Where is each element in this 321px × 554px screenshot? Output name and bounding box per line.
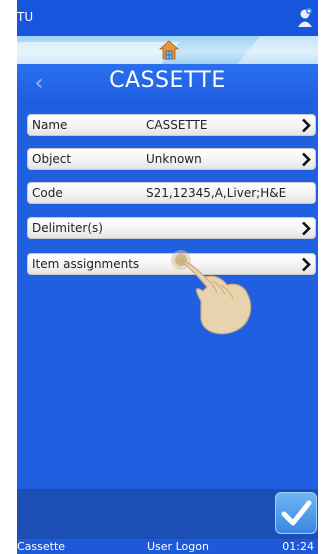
- row-name[interactable]: Name CASSETTE: [27, 114, 316, 136]
- footer-panel: [17, 489, 318, 539]
- top-bar: TU: [17, 0, 318, 36]
- row-label: Object: [32, 152, 72, 166]
- row-value: S21,12345,A,Liver;H&E: [146, 186, 287, 200]
- confirm-button[interactable]: [275, 492, 317, 534]
- row-label: Name: [32, 118, 68, 132]
- chevron-right-icon: [302, 152, 311, 167]
- home-bar: [17, 36, 318, 64]
- status-screen-name: Cassette: [17, 540, 66, 553]
- row-label: Code: [32, 186, 63, 200]
- top-bar-label: TU: [17, 10, 34, 24]
- page-header: ‹ CASSETTE: [17, 64, 318, 104]
- row-label: Delimiter(s): [32, 221, 103, 235]
- chevron-right-icon: [302, 221, 311, 236]
- row-delimiters[interactable]: Delimiter(s): [27, 217, 316, 239]
- page-title: CASSETTE: [109, 68, 226, 93]
- home-icon[interactable]: [159, 40, 179, 60]
- status-user: User Logon: [147, 540, 209, 553]
- row-object[interactable]: Object Unknown: [27, 148, 316, 170]
- pointing-hand-icon: [171, 250, 252, 335]
- checkmark-icon: [281, 500, 312, 526]
- chevron-right-icon: [302, 118, 311, 133]
- row-label: Item assignments: [32, 257, 140, 271]
- chevron-right-icon: [302, 257, 311, 272]
- row-value: CASSETTE: [146, 118, 208, 132]
- row-value: Unknown: [146, 152, 202, 166]
- status-bar: Cassette User Logon 01:24: [17, 539, 318, 554]
- row-code[interactable]: Code S21,12345,A,Liver;H&E: [27, 182, 316, 204]
- status-time: 01:24: [282, 540, 314, 553]
- user-icon[interactable]: [296, 7, 314, 29]
